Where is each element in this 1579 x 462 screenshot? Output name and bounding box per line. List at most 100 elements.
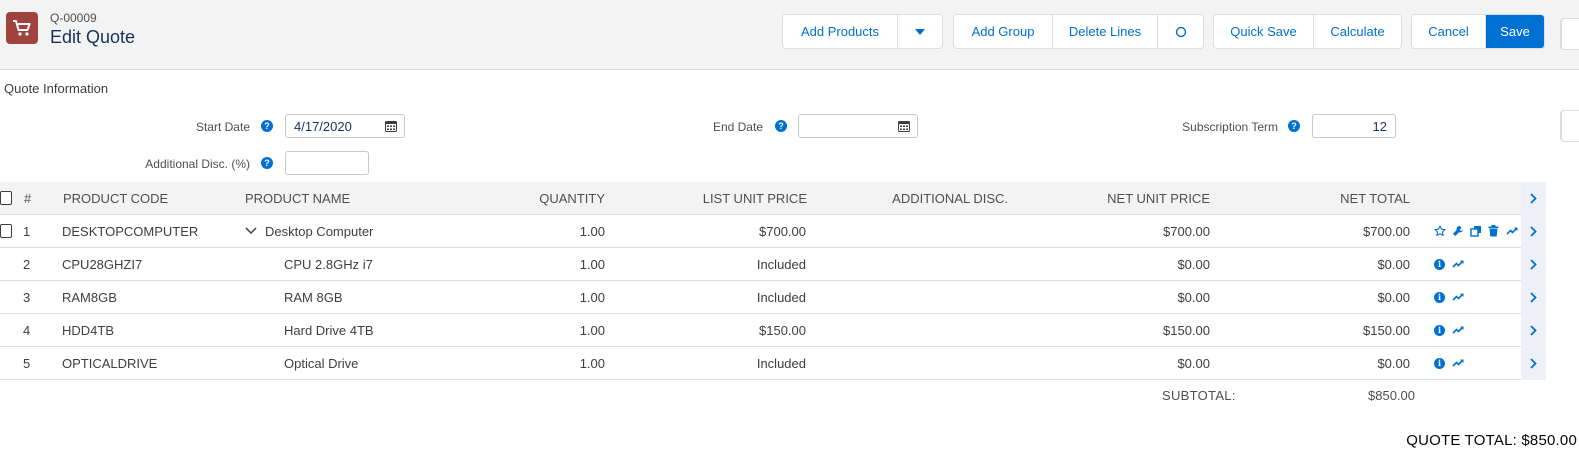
side-panel-handle[interactable] bbox=[1560, 18, 1579, 50]
quote-total: QUOTE TOTAL: $850.00 bbox=[1406, 432, 1577, 449]
circle-button[interactable] bbox=[1158, 15, 1203, 48]
col-header-net-total[interactable]: NET TOTAL bbox=[1240, 182, 1410, 214]
table-row: 2 CPU28GHZI7 CPU 2.8GHz i7 1.00 Included… bbox=[0, 248, 1546, 281]
net-total: $0.00 bbox=[1377, 355, 1410, 371]
end-date-field[interactable] bbox=[798, 114, 918, 138]
additional-disc-label: Additional Disc. (%) bbox=[145, 157, 250, 171]
col-header-additional-disc[interactable]: ADDITIONAL DISC. bbox=[840, 182, 1008, 214]
delete-icon[interactable] bbox=[1486, 224, 1501, 239]
additional-disc[interactable] bbox=[840, 215, 1008, 247]
chevron-right-icon[interactable] bbox=[1521, 182, 1546, 215]
end-date-label: End Date bbox=[712, 120, 763, 134]
quantity[interactable]: 1.00 bbox=[480, 314, 605, 346]
star-icon[interactable] bbox=[1432, 224, 1447, 239]
quick-save-button[interactable]: Quick Save bbox=[1214, 15, 1314, 48]
bundle-toggle[interactable] bbox=[245, 215, 257, 247]
additional-disc[interactable] bbox=[840, 314, 1008, 346]
quantity[interactable]: 1.00 bbox=[480, 281, 605, 313]
row-actions: i bbox=[1432, 281, 1465, 313]
select-all-cell bbox=[0, 182, 12, 214]
list-unit-price: Included bbox=[756, 256, 806, 272]
info-icon[interactable]: i bbox=[1432, 290, 1447, 305]
add-group-button[interactable]: Add Group bbox=[954, 15, 1053, 48]
help-icon[interactable]: ? bbox=[261, 120, 273, 132]
quote-number: Q-00009 bbox=[50, 11, 97, 25]
chevron-right-icon[interactable] bbox=[1521, 347, 1546, 380]
quantity[interactable]: 1.00 bbox=[480, 347, 605, 379]
start-date-label: Start Date bbox=[195, 120, 250, 134]
row-checkbox[interactable] bbox=[0, 224, 12, 238]
row-actions: i bbox=[1432, 248, 1465, 280]
col-header-num: # bbox=[24, 190, 32, 206]
col-header-product-name[interactable]: PRODUCT NAME bbox=[245, 182, 350, 214]
cancel-button[interactable]: Cancel bbox=[1412, 15, 1486, 48]
line-actions-group: Add Group Delete Lines bbox=[953, 14, 1204, 49]
col-header-list-unit-price[interactable]: LIST UNIT PRICE bbox=[640, 182, 807, 214]
col-header-net-unit-price[interactable]: NET UNIT PRICE bbox=[1040, 182, 1210, 214]
chevron-right-icon[interactable] bbox=[1521, 314, 1546, 347]
net-total: $150.00 bbox=[1363, 322, 1410, 338]
subscription-term-field[interactable]: 12 bbox=[1312, 114, 1396, 138]
calendar-icon[interactable] bbox=[385, 120, 397, 132]
table-row: 3 RAM8GB RAM 8GB 1.00 Included $0.00 $0.… bbox=[0, 281, 1546, 314]
add-products-group: Add Products bbox=[782, 14, 943, 49]
product-code: CPU28GHZI7 bbox=[62, 256, 143, 272]
additional-disc-field[interactable] bbox=[285, 151, 369, 175]
product-code: RAM8GB bbox=[62, 289, 117, 305]
net-unit-price: $0.00 bbox=[1177, 289, 1210, 305]
product-code: OPTICALDRIVE bbox=[62, 355, 158, 371]
row-actions: i bbox=[1432, 347, 1465, 379]
help-icon[interactable]: ? bbox=[1288, 120, 1300, 132]
trend-icon[interactable] bbox=[1450, 356, 1465, 371]
wrench-icon[interactable] bbox=[1450, 224, 1465, 239]
quantity[interactable]: 1.00 bbox=[480, 248, 605, 280]
add-products-button[interactable]: Add Products bbox=[783, 15, 898, 48]
calendar-icon[interactable] bbox=[898, 120, 910, 132]
row-select-cell bbox=[0, 215, 12, 247]
chevron-down-icon[interactable] bbox=[245, 227, 257, 235]
trend-icon[interactable] bbox=[1450, 290, 1465, 305]
chevron-right-icon[interactable] bbox=[1521, 248, 1546, 281]
start-date-field[interactable]: 4/17/2020 bbox=[285, 114, 405, 138]
col-header-quantity[interactable]: QUANTITY bbox=[480, 182, 605, 214]
product-code: HDD4TB bbox=[62, 322, 115, 338]
side-panel-handle[interactable] bbox=[1560, 110, 1579, 142]
list-unit-price: Included bbox=[756, 355, 806, 371]
quantity[interactable]: 1.00 bbox=[480, 215, 605, 247]
additional-disc[interactable] bbox=[840, 281, 1008, 313]
select-all-checkbox[interactable] bbox=[0, 191, 12, 205]
additional-disc[interactable] bbox=[840, 347, 1008, 379]
trend-icon[interactable] bbox=[1504, 224, 1519, 239]
save-button[interactable]: Save bbox=[1486, 15, 1544, 48]
product-name: Hard Drive 4TB bbox=[284, 322, 374, 338]
subscription-term-value: 12 bbox=[1372, 118, 1387, 134]
product-name: RAM 8GB bbox=[284, 289, 343, 305]
table-row: 4 HDD4TB Hard Drive 4TB 1.00 $150.00 $15… bbox=[0, 314, 1546, 347]
net-unit-price: $150.00 bbox=[1163, 322, 1210, 338]
calculate-button[interactable]: Calculate bbox=[1314, 15, 1401, 48]
delete-lines-button[interactable]: Delete Lines bbox=[1053, 15, 1158, 48]
chevron-right-icon[interactable] bbox=[1521, 215, 1546, 248]
net-unit-price: $0.00 bbox=[1177, 256, 1210, 272]
chevron-right-icon[interactable] bbox=[1521, 281, 1546, 314]
help-icon[interactable]: ? bbox=[775, 120, 787, 132]
col-header-product-code[interactable]: PRODUCT CODE bbox=[63, 182, 168, 214]
subtotal-label: SUBTOTAL: bbox=[1162, 388, 1236, 403]
info-icon[interactable]: i bbox=[1432, 356, 1447, 371]
row-num: 3 bbox=[23, 289, 31, 305]
circle-icon bbox=[1175, 26, 1186, 37]
add-products-dropdown-button[interactable] bbox=[898, 15, 942, 48]
additional-disc[interactable] bbox=[840, 248, 1008, 280]
clone-icon[interactable] bbox=[1468, 224, 1483, 239]
start-date-value: 4/17/2020 bbox=[294, 118, 352, 134]
info-icon[interactable]: i bbox=[1432, 323, 1447, 338]
product-name: Optical Drive bbox=[284, 355, 359, 371]
row-num: 4 bbox=[23, 322, 31, 338]
trend-icon[interactable] bbox=[1450, 323, 1465, 338]
help-icon[interactable]: ? bbox=[261, 157, 273, 169]
info-icon[interactable]: i bbox=[1432, 257, 1447, 272]
trend-icon[interactable] bbox=[1450, 257, 1465, 272]
net-total: $0.00 bbox=[1377, 289, 1410, 305]
row-num: 5 bbox=[23, 355, 31, 371]
row-num: 1 bbox=[23, 223, 31, 239]
